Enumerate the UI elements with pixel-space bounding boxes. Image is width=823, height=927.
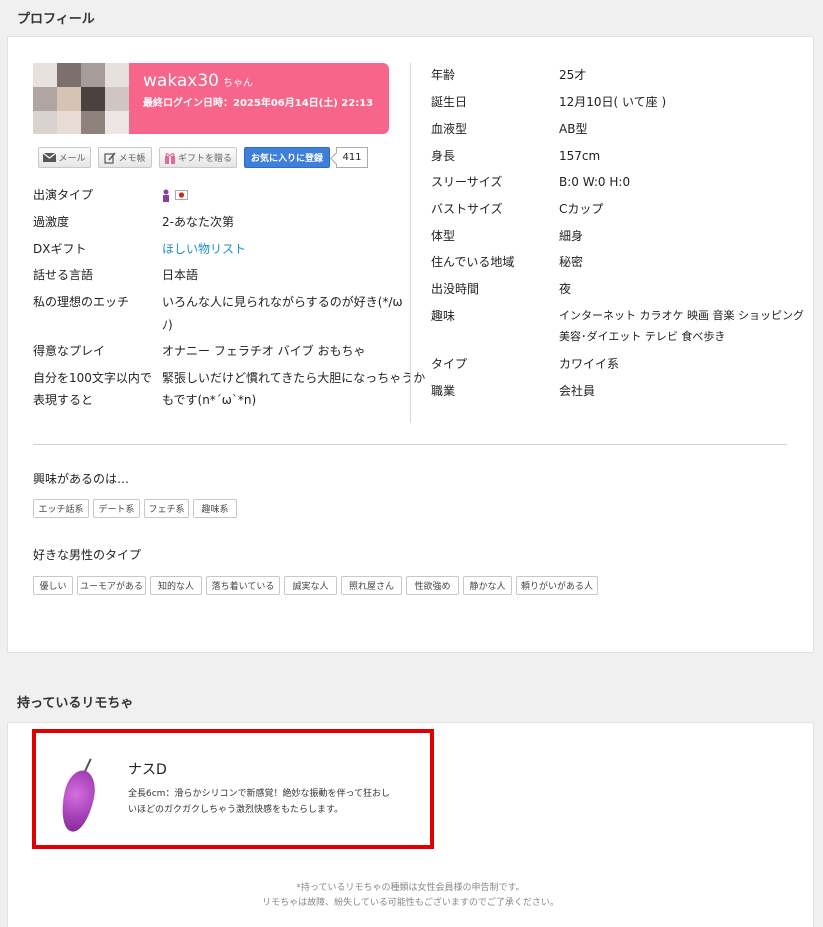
field-value-intensity: 2-あなた次第: [162, 215, 234, 229]
field-value-body-type: 細身: [559, 229, 584, 243]
preferred-type-tag: 優しい: [33, 576, 73, 595]
preferred-type-tag: 誠実な人: [284, 576, 337, 595]
preferred-type-tag: 性欲強め: [406, 576, 459, 595]
field-label-hobbies: 趣味: [431, 309, 456, 323]
preferred-type-tag: 落ち着いている: [206, 576, 280, 595]
preferred-type-tag: 静かな人: [463, 576, 512, 595]
mail-icon: [43, 153, 57, 162]
interest-tag: デート系: [93, 499, 140, 518]
field-label-specialty: 得意なプレイ: [33, 344, 106, 358]
field-label-self-intro-cont: 表現すると: [33, 393, 94, 407]
field-label-appearance-type: 出演タイプ: [33, 188, 94, 202]
interest-tag: 趣味系: [193, 499, 237, 518]
field-value-languages: 日本語: [162, 268, 199, 282]
interests-title: 興味があるのは…: [33, 472, 130, 486]
toys-note-1: *持っているリモちゃの種類は女性会員様の申告制です。: [296, 883, 525, 893]
name-card: wakax30 ちゃん 最終ログイン日時：2025年06月14日(土) 22:13: [129, 63, 389, 134]
field-value-bust-size: Cカップ: [559, 202, 604, 216]
profile-photo[interactable]: [33, 63, 129, 134]
column-divider: [410, 63, 411, 423]
field-label-body-type: 体型: [431, 229, 456, 243]
mail-button[interactable]: メール: [38, 147, 91, 168]
interest-tag: エッチ話系: [33, 499, 89, 518]
field-value-hobbies-cont: 美容･ダイエット テレビ 食べ歩き: [559, 330, 726, 343]
field-value-active-time: 夜: [559, 282, 572, 296]
field-label-self-intro: 自分を100文字以内で: [33, 371, 152, 385]
pencil-icon: [104, 151, 117, 164]
field-value-hobbies: インターネット カラオケ 映画 音楽 ショッピング: [559, 309, 804, 322]
field-label-three-sizes: スリーサイズ: [431, 175, 503, 189]
field-value-blood-type: AB型: [559, 122, 588, 136]
section-divider: [33, 444, 787, 445]
field-value-occupation: 会社員: [559, 384, 596, 398]
toys-section-title: 持っているリモちゃ: [17, 696, 134, 711]
field-value-region: 秘密: [559, 255, 584, 269]
field-value-self-intro-cont: もです(n*´ω`*n): [162, 393, 257, 407]
gift-button[interactable]: ギフトを贈る: [159, 147, 237, 168]
preferred-type-tag: ユーモアがある: [77, 576, 146, 595]
field-label-age: 年齢: [431, 68, 456, 82]
add-favorite-button[interactable]: お気に入りに登録: [244, 147, 330, 168]
field-label-ideal: 私の理想のエッチ: [33, 295, 130, 309]
field-value-three-sizes: B:0 W:0 H:0: [559, 175, 631, 189]
gift-icon: [164, 152, 175, 164]
preferred-type-tag: 知的な人: [150, 576, 202, 595]
field-label-occupation: 職業: [431, 384, 456, 398]
field-label-type: タイプ: [431, 357, 468, 371]
field-value-ideal: いろんな人に見られながらするのが好き(*/ω: [162, 295, 403, 309]
honorific: ちゃん: [222, 78, 253, 89]
japan-flag-icon: [175, 190, 188, 200]
field-label-dx-gift: DXギフト: [33, 242, 87, 256]
favorite-count: 411: [336, 147, 368, 168]
profile-section-title: プロフィール: [17, 12, 95, 27]
preferred-type-tag: 照れ屋さん: [341, 576, 402, 595]
field-label-intensity: 過激度: [33, 215, 70, 229]
field-label-region: 住んでいる地域: [431, 255, 515, 269]
field-label-bust-size: バストサイズ: [431, 202, 503, 216]
field-label-birthday: 誕生日: [431, 95, 468, 109]
field-label-blood-type: 血液型: [431, 122, 468, 136]
performer-name: wakax30 ちゃん: [143, 71, 253, 91]
field-value-self-intro: 緊張しいだけど慣れてきたら大胆になっちゃうか: [162, 371, 426, 385]
field-value-age: 25才: [559, 68, 587, 82]
interest-tag: フェチ系: [144, 499, 189, 518]
field-value-ideal-cont: ﾉ): [162, 318, 173, 332]
person-icon: [163, 189, 169, 202]
toy-name: ナスD: [128, 762, 167, 778]
field-label-languages: 話せる言語: [33, 268, 94, 282]
last-login: 最終ログイン日時：2025年06月14日(土) 22:13: [143, 98, 374, 109]
wishlist-link[interactable]: ほしい物リスト: [162, 238, 246, 260]
preferred-type-title: 好きな男性のタイプ: [33, 548, 142, 562]
toy-description: 全長6cm：滑らかシリコンで新感覚！絶妙な振動を伴って狂おしいほどのガクガクしち…: [128, 789, 390, 815]
field-value-type: カワイイ系: [559, 357, 620, 371]
field-label-active-time: 出没時間: [431, 282, 480, 296]
memo-button[interactable]: メモ帳: [98, 147, 152, 168]
toys-note-2: リモちゃは故障、紛失している可能性もございますのでご了承ください。: [262, 898, 559, 908]
appearance-type-icons: [162, 184, 188, 206]
field-label-height: 身長: [431, 149, 456, 163]
field-value-specialty: オナニー フェラチオ バイブ おもちゃ: [162, 344, 366, 358]
field-value-height: 157cm: [559, 149, 601, 163]
field-value-birthday: 12月10日( いて座 ): [559, 95, 667, 109]
preferred-type-tag: 頼りがいがある人: [516, 576, 598, 595]
